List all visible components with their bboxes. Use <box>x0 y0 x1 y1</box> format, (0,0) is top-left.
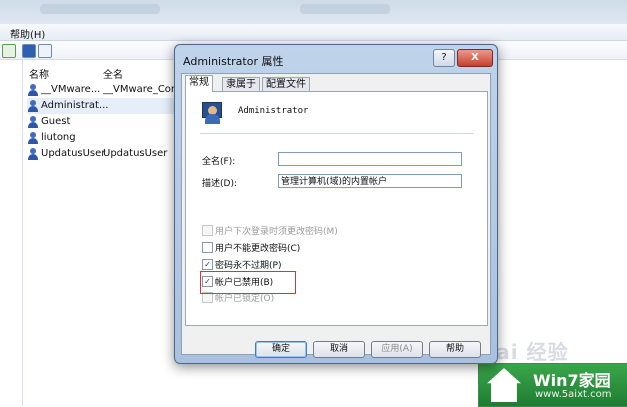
user-name: Administrat... <box>41 100 109 111</box>
description-field[interactable]: 管理计算机(域)的内置帐户 <box>278 174 462 188</box>
user-account-icon <box>200 102 224 126</box>
dialog-body: 常规 隶属于 配置文件 Administrator 全名(F): 描述(D): … <box>181 73 491 355</box>
menu-bar: 帮助(H) <box>0 24 627 41</box>
checkmark-icon[interactable]: ✓ <box>202 259 213 270</box>
user-icon <box>27 100 39 112</box>
user-icon <box>27 132 39 144</box>
blurred-title-2 <box>300 4 390 14</box>
tab-member-of[interactable]: 隶属于 <box>222 77 260 92</box>
user-fullname: UpdatusUser <box>103 148 168 159</box>
user-icon <box>27 116 39 128</box>
window-top-strip <box>0 0 627 24</box>
user-name: UpdatusUser <box>41 148 106 159</box>
dialog-close-button[interactable]: X <box>457 49 493 67</box>
help-icon[interactable] <box>22 44 36 58</box>
fullname-field[interactable] <box>278 152 462 166</box>
menu-help[interactable]: 帮助(H) <box>10 26 45 41</box>
tab-general[interactable]: 常规 <box>185 75 213 92</box>
logo-title: Win7家园 <box>533 371 611 390</box>
checkbox-box[interactable] <box>202 225 213 236</box>
user-row-administrator[interactable]: Administrat... <box>27 98 175 114</box>
view-icon[interactable] <box>38 44 52 58</box>
user-fullname: __VMware_Conv <box>103 84 184 95</box>
checkbox-label: 密码永不过期(P) <box>215 261 282 271</box>
checkbox-box[interactable] <box>202 242 213 253</box>
divider <box>200 133 474 134</box>
checkbox-label: 用户下次登录时须更改密码(M) <box>215 227 338 237</box>
fullname-label: 全名(F): <box>202 157 236 167</box>
house-icon <box>487 368 521 402</box>
ok-button[interactable]: 确定 <box>255 341 307 358</box>
user-name: __VMware... <box>41 84 101 95</box>
checkbox-label: 用户不能更改密码(C) <box>215 244 301 254</box>
user-row-liutong[interactable]: liutong <box>27 130 175 146</box>
cancel-button[interactable]: 取消 <box>313 341 365 358</box>
logo-url: www.5aixt.com <box>535 389 612 400</box>
help-button[interactable]: 帮助 <box>429 341 481 358</box>
forward-icon[interactable] <box>2 44 16 58</box>
user-icon <box>27 84 39 96</box>
user-row-vmware[interactable]: __VMware... __VMware_Conv <box>27 82 183 98</box>
account-username: Administrator <box>238 106 309 116</box>
win7-logo: Win7家园 www.5aixt.com <box>478 363 627 407</box>
description-label: 描述(D): <box>202 179 237 189</box>
tab-panel-general: Administrator 全名(F): 描述(D): 管理计算机(域)的内置帐… <box>185 91 488 326</box>
tab-profile[interactable]: 配置文件 <box>262 77 310 92</box>
tree-pane <box>0 60 23 406</box>
properties-dialog: Administrator 属性 ? X 常规 隶属于 配置文件 Adminis… <box>174 44 498 364</box>
red-highlight-box <box>200 271 296 294</box>
apply-button[interactable]: 应用(A) <box>371 341 423 358</box>
user-name: Guest <box>41 116 71 127</box>
blurred-title <box>40 4 160 14</box>
user-icon <box>27 148 39 160</box>
dialog-title: Administrator 属性 <box>183 55 284 68</box>
column-header-fullname[interactable]: 全名 <box>103 66 123 81</box>
user-row-updatususer[interactable]: UpdatusUser UpdatusUser <box>27 146 175 162</box>
dialog-help-button[interactable]: ? <box>433 49 455 67</box>
user-name: liutong <box>41 132 76 143</box>
user-row-guest[interactable]: Guest <box>27 114 175 130</box>
column-header-name[interactable]: 名称 <box>29 66 49 81</box>
list-header: 名称 全名 <box>23 64 183 81</box>
